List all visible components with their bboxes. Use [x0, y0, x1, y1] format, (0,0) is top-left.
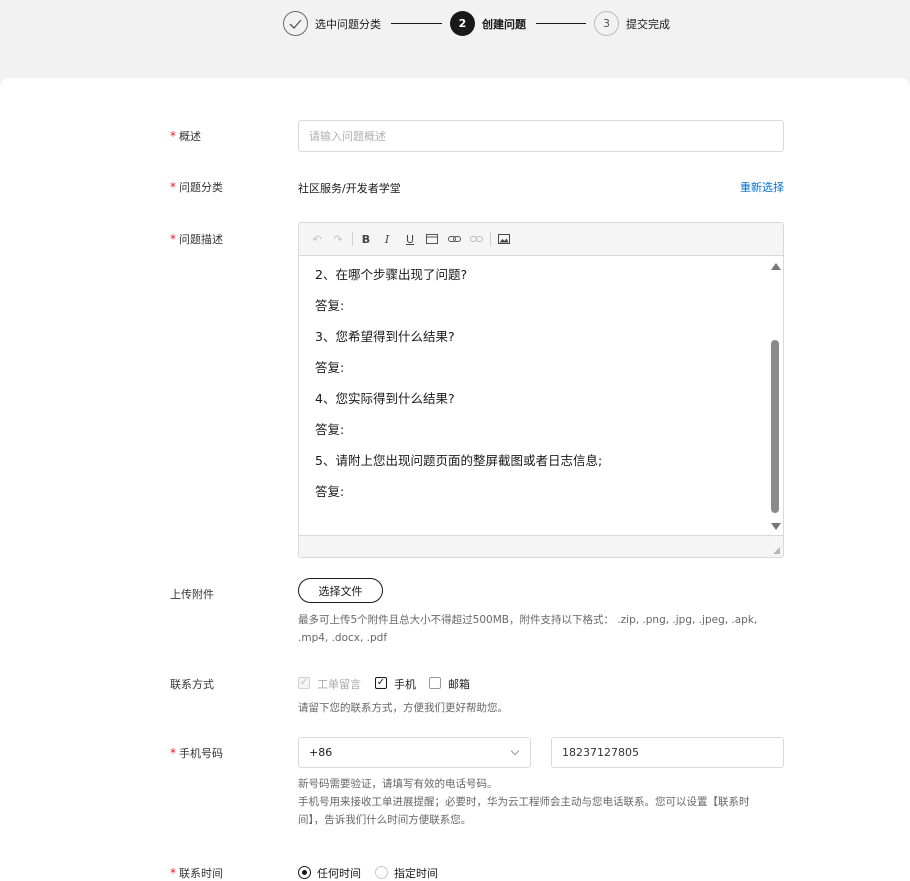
- category-label: * 问题分类: [170, 180, 223, 194]
- editor-line: 3、您希望得到什么结果?: [315, 329, 455, 344]
- required-mark: *: [170, 746, 176, 760]
- any-time-label[interactable]: 任何时间: [317, 865, 361, 881]
- scrollbar-thumb[interactable]: [771, 340, 779, 513]
- email-checkbox-label[interactable]: 邮箱: [448, 676, 470, 692]
- step-2-number: 2: [450, 11, 475, 36]
- toolbar-divider: [352, 232, 353, 246]
- description-editor[interactable]: ↶ ↷ B I U 2、在哪个步骤出现了问题? 答复: 3、您希望得到什么结果?: [298, 222, 784, 558]
- step-3-number: 3: [594, 11, 619, 36]
- step-1-label: 选中问题分类: [315, 18, 381, 31]
- undo-icon[interactable]: ↶: [309, 231, 325, 247]
- summary-placeholder: 请输入问题概述: [309, 130, 386, 143]
- editor-line: 答复:: [315, 422, 345, 437]
- required-mark: *: [170, 180, 176, 194]
- unlink-icon[interactable]: [468, 231, 484, 247]
- phone-checkbox[interactable]: ✓: [375, 677, 387, 689]
- phone-checkbox-label[interactable]: 手机: [394, 676, 416, 692]
- editor-line: 答复:: [315, 360, 345, 375]
- summary-label: * 概述: [170, 129, 201, 143]
- bold-icon[interactable]: B: [358, 231, 374, 247]
- phone-number-input[interactable]: 18237127805: [551, 737, 784, 768]
- phone-help: 新号码需要验证，请填写有效的电话号码。 手机号用来接收工单进展提醒；必要时，华为…: [298, 778, 750, 826]
- editor-line: 5、请附上您出现问题页面的整屏截图或者日志信息;: [315, 453, 603, 468]
- required-mark: *: [170, 232, 176, 246]
- reselect-link[interactable]: 重新选择: [740, 179, 784, 195]
- attachment-label: 上传附件: [170, 588, 214, 601]
- specified-time-label[interactable]: 指定时间: [394, 865, 438, 881]
- contact-label: 联系方式: [170, 678, 214, 691]
- scroll-up-icon[interactable]: [771, 263, 781, 270]
- category-value: 社区服务/开发者学堂: [298, 182, 401, 195]
- editor-scrollbar[interactable]: [767, 256, 783, 537]
- choose-file-button[interactable]: 选择文件: [298, 578, 383, 603]
- description-label: * 问题描述: [170, 232, 223, 246]
- contact-help: 请留下您的联系方式，方便我们更好帮助您。: [298, 702, 508, 714]
- email-checkbox[interactable]: [429, 677, 441, 689]
- image-icon[interactable]: [496, 231, 512, 247]
- editor-line: 答复:: [315, 484, 345, 499]
- step-connector: [536, 23, 586, 24]
- ticket-message-label: 工单留言: [317, 678, 361, 691]
- editor-content[interactable]: 2、在哪个步骤出现了问题? 答复: 3、您希望得到什么结果? 答复: 4、您实际…: [315, 265, 755, 513]
- code-icon[interactable]: [424, 231, 440, 247]
- any-time-radio[interactable]: [298, 866, 311, 879]
- editor-line: 2、在哪个步骤出现了问题?: [315, 267, 468, 282]
- summary-input[interactable]: 请输入问题概述: [298, 120, 784, 152]
- link-icon[interactable]: [446, 231, 462, 247]
- step-2-label: 创建问题: [482, 18, 526, 31]
- stepper: 选中问题分类 2 创建问题 3 提交完成: [0, 0, 910, 78]
- resize-handle-icon[interactable]: [773, 547, 780, 554]
- editor-toolbar: ↶ ↷ B I U: [299, 223, 783, 256]
- phone-number-value: 18237127805: [562, 746, 639, 759]
- redo-icon[interactable]: ↷: [330, 231, 346, 247]
- required-mark: *: [170, 129, 176, 143]
- specified-time-radio[interactable]: [375, 866, 388, 879]
- scroll-down-icon[interactable]: [771, 523, 781, 530]
- step-3-label: 提交完成: [626, 18, 670, 31]
- editor-statusbar: [299, 535, 783, 557]
- editor-line: 答复:: [315, 298, 345, 313]
- toolbar-divider: [490, 232, 491, 246]
- country-code-value: +86: [309, 746, 333, 759]
- step-1-check-icon: [283, 11, 308, 36]
- editor-line: 4、您实际得到什么结果?: [315, 391, 455, 406]
- required-mark: *: [170, 866, 176, 880]
- country-code-select[interactable]: +86: [298, 737, 531, 768]
- contact-time-label: * 联系时间: [170, 866, 223, 880]
- underline-icon[interactable]: U: [402, 231, 418, 247]
- phone-label: * 手机号码: [170, 746, 223, 760]
- italic-icon[interactable]: I: [379, 231, 395, 247]
- attachment-help: 最多可上传5个附件且总大小不得超过500MB，附件支持以下格式： .zip, .…: [298, 614, 758, 644]
- step-connector: [391, 23, 442, 24]
- form-card: * 概述 请输入问题概述 * 问题分类 社区服务/开发者学堂 重新选择 * 问题描述 …: [0, 78, 910, 881]
- ticket-message-checkbox: ✓: [298, 677, 310, 689]
- chevron-down-icon: [510, 746, 520, 756]
